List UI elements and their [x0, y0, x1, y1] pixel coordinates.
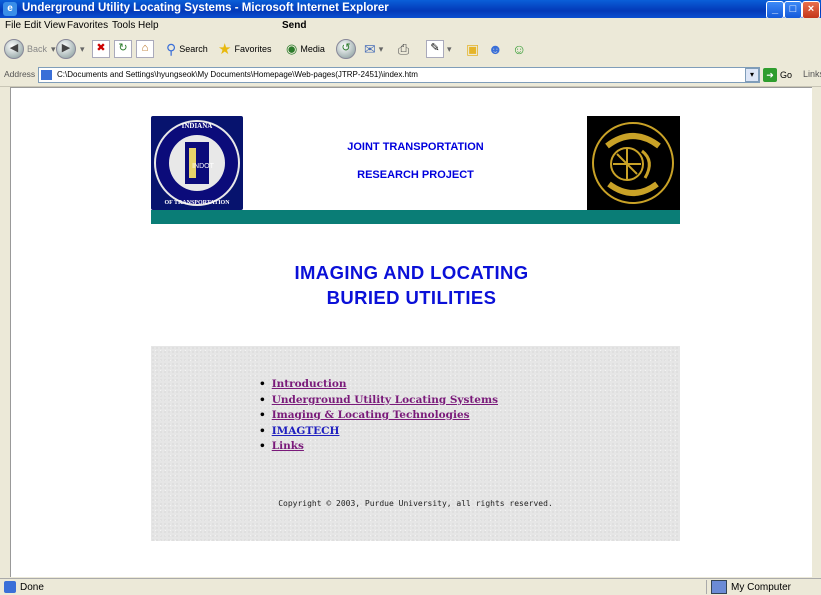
- nav-list: Introduction Underground Utility Locatin…: [259, 377, 498, 455]
- address-input[interactable]: C:\Documents and Settings\hyungseok\My D…: [38, 67, 760, 83]
- print-button[interactable]: ⎙: [398, 40, 409, 58]
- page-title-line-1: IMAGING AND LOCATING: [294, 262, 529, 283]
- home-button[interactable]: ⌂: [136, 40, 154, 58]
- media-label: Media: [300, 44, 325, 54]
- mail-dropdown-icon: ▾: [378, 43, 384, 54]
- stop-icon: ✖: [92, 40, 110, 58]
- messenger-button[interactable]: ☻: [488, 40, 503, 58]
- history-button[interactable]: ↺: [336, 39, 356, 59]
- home-icon: ⌂: [136, 40, 154, 58]
- links-link[interactable]: Links: [272, 440, 304, 452]
- go-label: Go: [780, 69, 793, 80]
- msn-button[interactable]: ☺: [512, 40, 526, 58]
- forward-dropdown-icon: ▾: [80, 43, 85, 54]
- edit-button[interactable]: ✎ ▾: [426, 40, 452, 58]
- back-label: Back: [27, 44, 48, 54]
- star-icon: ★: [218, 41, 232, 58]
- refresh-button[interactable]: ↻: [114, 40, 132, 58]
- mail-icon: ✉: [364, 40, 376, 57]
- ie-page-icon: [4, 581, 16, 593]
- address-dropdown-icon[interactable]: ▾: [745, 68, 759, 82]
- nav-item-underground: Underground Utility Locating Systems: [259, 393, 498, 409]
- menu-view[interactable]: View: [44, 20, 66, 31]
- ie-logo-icon: e: [3, 2, 17, 16]
- underground-utility-link[interactable]: Underground Utility Locating Systems: [272, 394, 498, 406]
- menu-file[interactable]: File: [5, 20, 21, 31]
- history-icon: ↺: [336, 39, 356, 59]
- menu-help[interactable]: Help: [138, 20, 159, 31]
- refresh-icon: ↻: [114, 40, 132, 58]
- nav-item-imaging: Imaging & Locating Technologies: [259, 408, 498, 424]
- favorites-button[interactable]: ★ Favorites: [218, 40, 271, 58]
- menu-favorites[interactable]: Favorites: [67, 20, 108, 31]
- status-bar: Done My Computer: [0, 578, 821, 595]
- media-icon: ◉: [286, 41, 298, 56]
- maximize-button[interactable]: □: [784, 1, 802, 19]
- mail-button[interactable]: ✉ ▾: [364, 40, 383, 58]
- back-arrow-icon: ◀: [4, 39, 24, 59]
- status-text: Done: [20, 581, 44, 593]
- page-viewport: INDOT INDIANA OF TRANSPORTATION JOINT TR…: [10, 87, 812, 577]
- zone-text: My Computer: [731, 581, 792, 593]
- header-teal-bar: [151, 210, 680, 224]
- favorites-label: Favorites: [234, 44, 272, 54]
- svg-text:INDIANA: INDIANA: [182, 122, 213, 130]
- media-button[interactable]: ◉ Media: [286, 40, 325, 58]
- search-label: Search: [179, 44, 208, 54]
- send-menu[interactable]: Send: [282, 20, 306, 31]
- nav-item-links: Links: [259, 439, 498, 455]
- folder-button[interactable]: ▣: [466, 40, 479, 58]
- search-icon: ⚲: [166, 40, 177, 57]
- standard-toolbar: ◀ Back ▾ ▶ ▾ ✖ ↻ ⌂ ⚲ Search ★ Favorites …: [0, 34, 821, 65]
- nav-item-imagtech: IMAGTECH: [259, 424, 498, 440]
- search-button[interactable]: ⚲ Search: [166, 40, 208, 58]
- computer-icon: [711, 580, 727, 594]
- page-title-line-2: BURIED UTILITIES: [326, 287, 497, 308]
- nav-item-introduction: Introduction: [259, 377, 498, 393]
- address-label: Address: [4, 69, 36, 79]
- menu-bar: File Edit View Favorites Tools Help Send: [0, 18, 821, 34]
- copyright-text: Copyright © 2003, Purdue University, all…: [278, 499, 553, 508]
- indot-logo: INDOT INDIANA OF TRANSPORTATION: [151, 116, 243, 210]
- go-arrow-icon: ➜: [763, 67, 777, 82]
- back-dropdown-icon[interactable]: ▾: [51, 44, 56, 55]
- address-url: C:\Documents and Settings\hyungseok\My D…: [57, 70, 418, 79]
- menu-edit[interactable]: Edit: [24, 20, 41, 31]
- window-title: Underground Utility Locating Systems - M…: [22, 2, 389, 14]
- address-bar: Address C:\Documents and Settings\hyungs…: [0, 64, 821, 87]
- imagtech-link[interactable]: IMAGTECH: [272, 425, 340, 437]
- introduction-link[interactable]: Introduction: [272, 378, 347, 390]
- go-button[interactable]: ➜ Go: [763, 67, 799, 82]
- imaging-locating-link[interactable]: Imaging & Locating Technologies: [272, 409, 470, 421]
- back-button[interactable]: ◀ Back ▾: [4, 39, 56, 59]
- purdue-logo: [587, 116, 680, 210]
- title-bar: e Underground Utility Locating Systems -…: [0, 0, 821, 19]
- edit-dropdown-icon: ▾: [447, 43, 452, 54]
- forward-button[interactable]: ▶ ▾: [56, 39, 85, 59]
- messenger-icon: ☻: [488, 41, 503, 57]
- page-icon: [41, 70, 52, 80]
- page-header: INDOT INDIANA OF TRANSPORTATION JOINT TR…: [151, 116, 680, 224]
- people-icon: ☺: [512, 41, 527, 57]
- svg-text:OF TRANSPORTATION: OF TRANSPORTATION: [164, 200, 230, 206]
- status-done: Done: [4, 581, 44, 593]
- close-button[interactable]: ×: [802, 1, 820, 19]
- links-toolbar[interactable]: Links: [803, 69, 821, 79]
- minimize-button[interactable]: _: [766, 1, 784, 19]
- folder-icon: ▣: [466, 40, 480, 57]
- edit-icon: ✎: [426, 40, 444, 58]
- navigation-panel: Introduction Underground Utility Locatin…: [151, 346, 680, 541]
- menu-tools[interactable]: Tools: [112, 20, 135, 31]
- page-title: IMAGING AND LOCATING BURIED UTILITIES: [11, 260, 812, 310]
- stop-button[interactable]: ✖: [92, 40, 110, 58]
- forward-arrow-icon: ▶: [56, 39, 76, 59]
- printer-icon: ⎙: [398, 40, 410, 57]
- status-zone: My Computer: [706, 580, 791, 594]
